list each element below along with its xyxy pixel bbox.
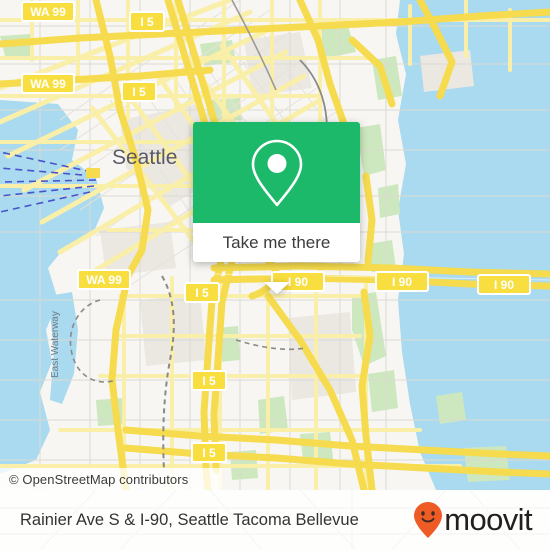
water-lake-washington [396,0,550,490]
highway-shield: I 90 [375,271,429,292]
callout-pointer-tail [263,282,290,294]
moovit-logo[interactable]: moovit [413,501,533,539]
footer-bar: Rainier Ave S & I-90, Seattle Tacoma Bel… [0,490,550,550]
highway-shield: I 5 [129,11,165,32]
moovit-wordmark: moovit [444,502,532,537]
ferry-terminal-marker [86,168,100,178]
screenshot-root: Seattle East Waterway WA 99 I 5 WA 99 I 5 WA… [0,0,550,550]
highway-shield-label: I 90 [392,275,412,289]
highway-shield: I 5 [184,282,220,303]
highway-shield-label: I 5 [140,15,154,29]
highway-shield: I 5 [121,81,157,102]
highway-shield-label: WA 99 [30,5,66,19]
highway-shield: I 90 [477,274,531,295]
highway-shield: WA 99 [21,73,75,94]
highway-shield: I 5 [191,370,227,391]
highway-shield-label: I 5 [202,446,216,460]
map-canvas[interactable]: Seattle East Waterway WA 99 I 5 WA 99 I 5 WA… [0,0,550,490]
highway-shield-label: I 5 [132,85,146,99]
highway-shield: WA 99 [77,269,131,290]
highway-shield-label: I 5 [195,286,209,300]
location-callout-card[interactable]: Take me there [193,122,360,294]
map-attribution[interactable]: © OpenStreetMap contributors [0,468,222,490]
moovit-smiley-pin-icon [414,502,443,538]
highway-shield: WA 99 [21,1,75,22]
take-me-there-label: Take me there [222,232,331,252]
map-label-east-waterway: East Waterway [50,311,61,378]
map-pin-icon [251,139,302,206]
highway-shield-label: I 5 [202,374,216,388]
map-attribution-text: © OpenStreetMap contributors [9,471,189,487]
footer-location-title: Rainier Ave S & I-90, Seattle Tacoma Bel… [20,510,359,529]
take-me-there-button[interactable]: Take me there [193,223,360,262]
callout-icon-area [193,122,360,223]
highway-shield: I 5 [191,442,227,463]
map-label-seattle: Seattle [112,146,177,169]
highway-shield-label: I 90 [288,275,308,289]
highway-shield-label: WA 99 [86,273,122,287]
highway-shield-label: WA 99 [30,77,66,91]
highway-shield-label: I 90 [494,278,514,292]
